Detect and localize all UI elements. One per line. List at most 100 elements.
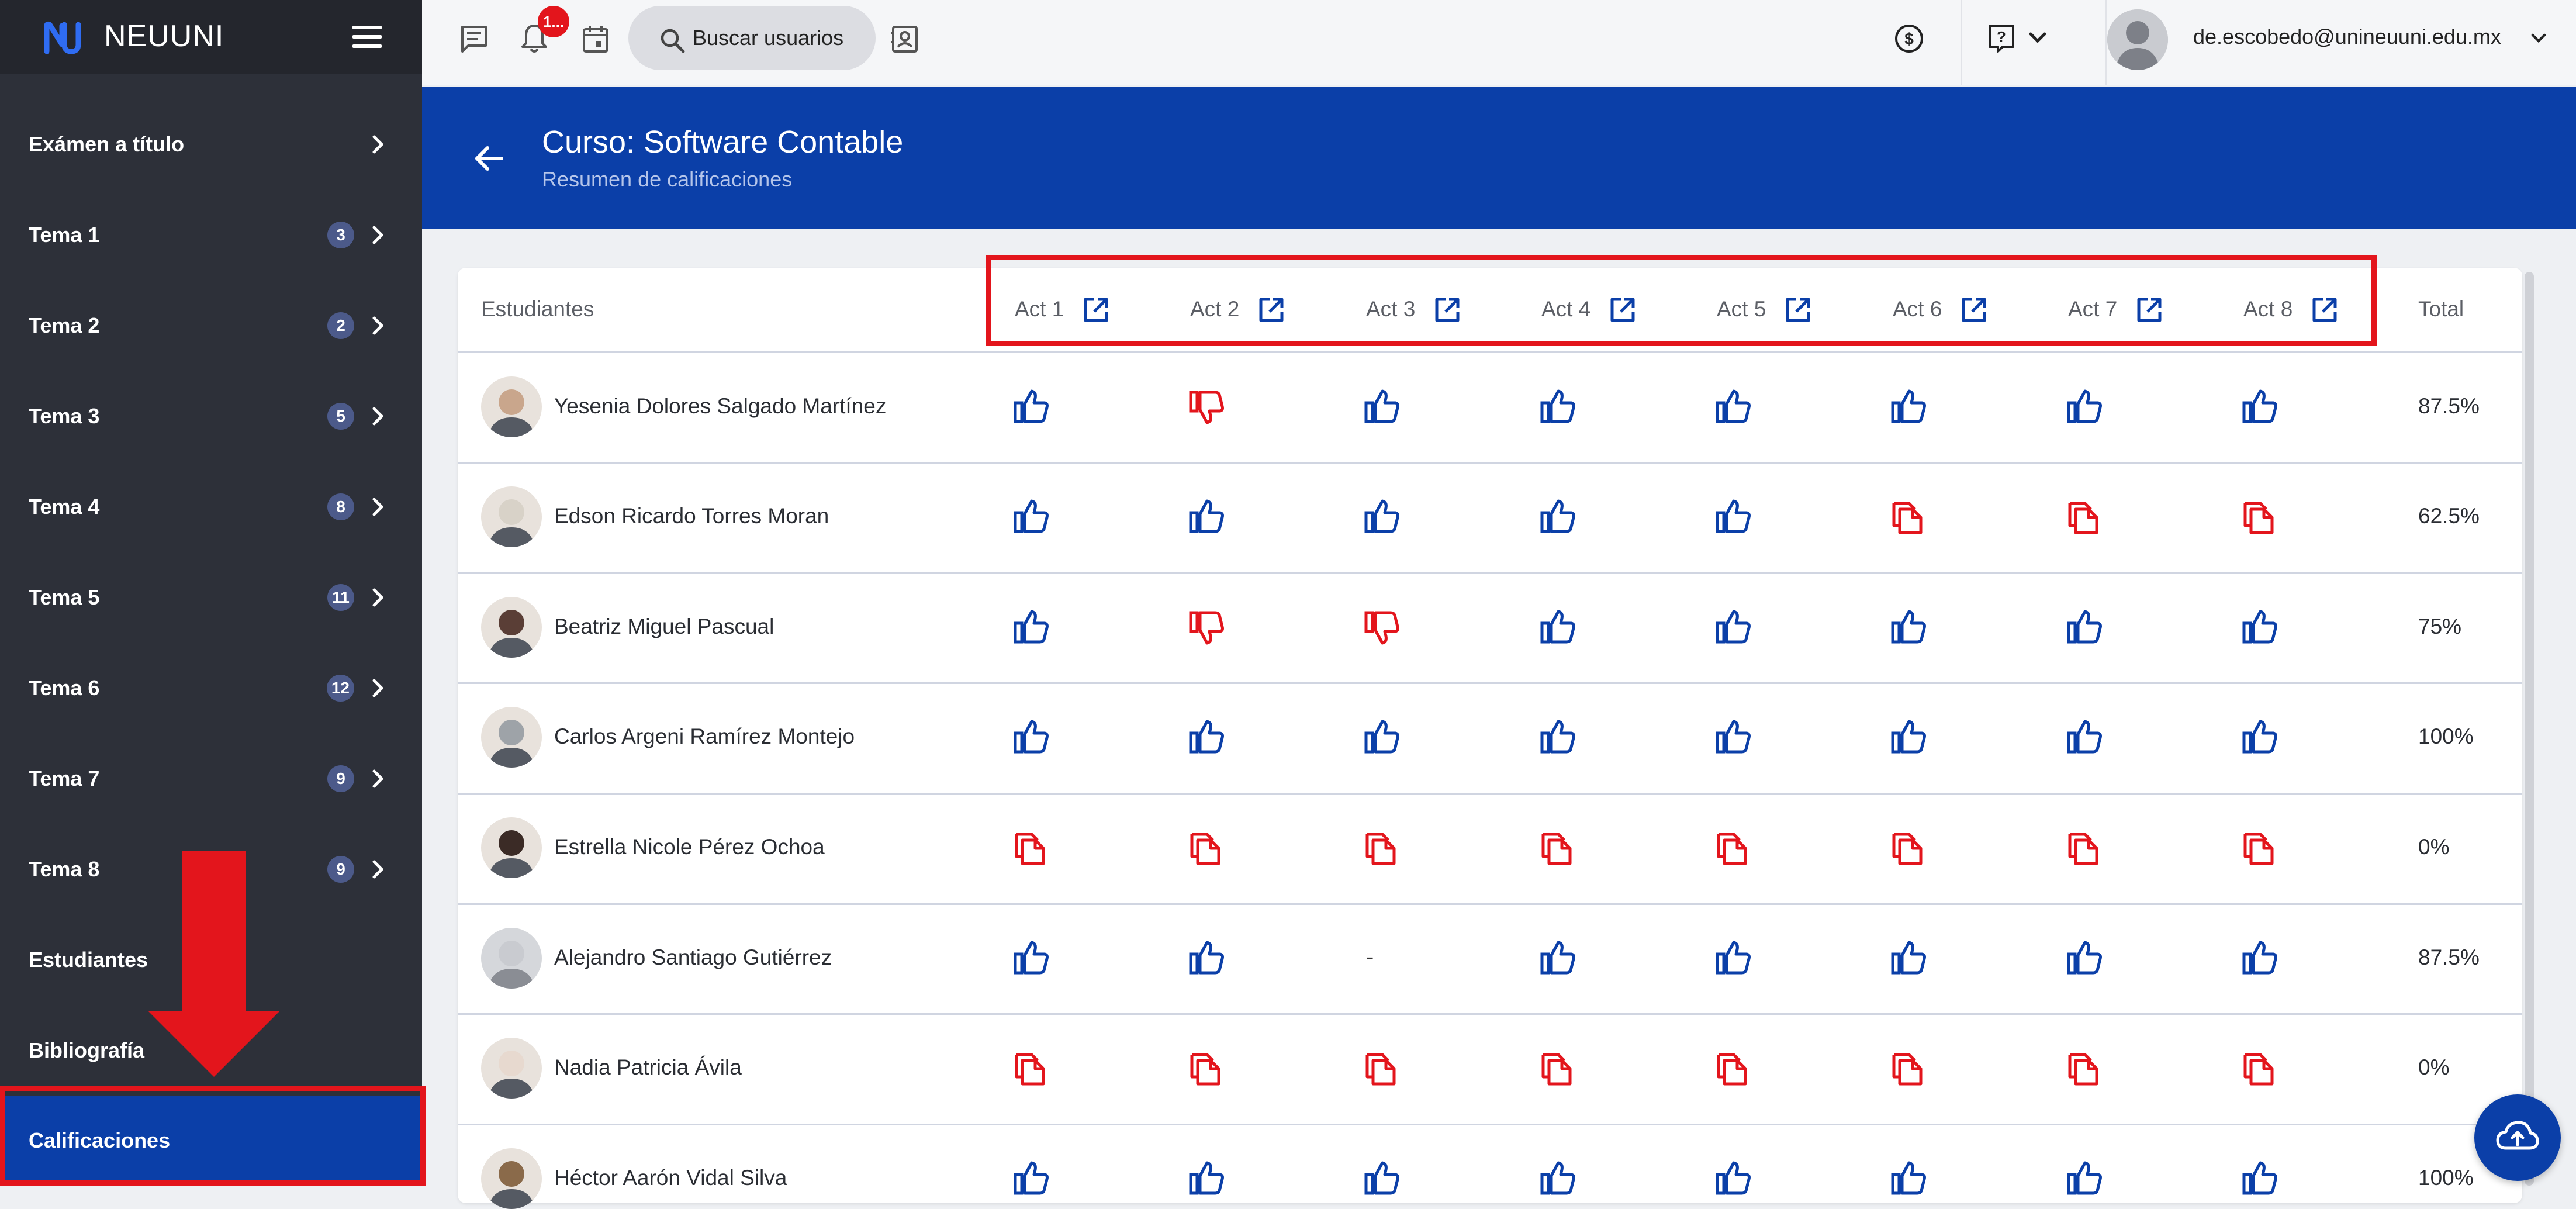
missing-submission-icon[interactable] <box>1538 828 1577 867</box>
thumbs-up-icon[interactable] <box>1012 718 1050 757</box>
thumbs-up-icon[interactable] <box>2240 939 2279 977</box>
thumbs-up-icon[interactable] <box>1363 718 1401 757</box>
open-external-icon[interactable] <box>2310 295 2339 324</box>
column-header-activity: Act 2 <box>1190 297 1240 321</box>
user-email[interactable]: de.escobedo@unineuuni.edu.mx <box>2193 25 2501 49</box>
missing-submission-icon[interactable] <box>1538 1049 1577 1087</box>
thumbs-up-icon[interactable] <box>1187 498 1226 536</box>
sidebar-item-calificaciones[interactable]: Calificaciones <box>0 1096 422 1186</box>
sidebar-item-tema-4[interactable]: Tema 4 8 <box>0 462 422 552</box>
thumbs-up-icon[interactable] <box>1363 1159 1401 1198</box>
thumbs-up-icon[interactable] <box>1538 718 1577 757</box>
user-menu-chevron-icon[interactable] <box>2529 28 2549 48</box>
missing-submission-icon[interactable] <box>2240 828 2279 867</box>
thumbs-up-icon[interactable] <box>1889 608 1928 647</box>
back-arrow-icon[interactable] <box>473 145 504 172</box>
thumbs-up-icon[interactable] <box>1714 939 1752 977</box>
thumbs-up-icon[interactable] <box>2065 388 2104 426</box>
missing-submission-icon[interactable] <box>1363 828 1401 867</box>
thumbs-up-icon[interactable] <box>1538 1159 1577 1198</box>
thumbs-up-icon[interactable] <box>1889 939 1928 977</box>
dollar-icon[interactable]: $ <box>1893 22 1925 55</box>
thumbs-up-icon[interactable] <box>1714 718 1752 757</box>
cloud-upload-button[interactable] <box>2474 1094 2561 1181</box>
thumbs-up-icon[interactable] <box>1363 388 1401 426</box>
missing-submission-icon[interactable] <box>1714 828 1752 867</box>
thumbs-up-icon[interactable] <box>1889 718 1928 757</box>
thumbs-up-icon[interactable] <box>1012 388 1050 426</box>
column-header-activity: Act 5 <box>1717 297 1766 321</box>
thumbs-up-icon[interactable] <box>2240 608 2279 647</box>
messages-icon[interactable] <box>458 22 490 55</box>
thumbs-up-icon[interactable] <box>1012 608 1050 647</box>
help-icon[interactable]: ? <box>1985 22 2018 55</box>
open-external-icon[interactable] <box>1433 295 1462 324</box>
missing-submission-icon[interactable] <box>2065 828 2104 867</box>
thumbs-up-icon[interactable] <box>2065 939 2104 977</box>
thumbs-up-icon[interactable] <box>1187 1159 1226 1198</box>
sidebar-item-tema-5[interactable]: Tema 5 11 <box>0 552 422 643</box>
open-external-icon[interactable] <box>1783 295 1813 324</box>
chevron-down-icon[interactable] <box>2026 26 2049 49</box>
count-badge: 9 <box>327 765 354 792</box>
thumbs-up-icon[interactable] <box>1012 939 1050 977</box>
open-external-icon[interactable] <box>1959 295 1989 324</box>
missing-submission-icon[interactable] <box>1889 1049 1928 1087</box>
thumbs-up-icon[interactable] <box>1012 1159 1050 1198</box>
missing-submission-icon[interactable] <box>1714 1049 1752 1087</box>
sidebar-item-tema-6[interactable]: Tema 6 12 <box>0 643 422 733</box>
thumbs-up-icon[interactable] <box>1714 388 1752 426</box>
missing-submission-icon[interactable] <box>1187 1049 1226 1087</box>
thumbs-down-icon[interactable] <box>1187 608 1226 647</box>
count-badge: 5 <box>327 403 354 430</box>
search-users-button[interactable]: Buscar usuarios <box>628 6 876 70</box>
sidebar-item-tema-1[interactable]: Tema 1 3 <box>0 190 422 280</box>
missing-submission-icon[interactable] <box>1012 828 1050 867</box>
contacts-icon[interactable] <box>888 22 921 55</box>
thumbs-up-icon[interactable] <box>1538 608 1577 647</box>
missing-submission-icon[interactable] <box>2065 498 2104 536</box>
missing-submission-icon[interactable] <box>2065 1049 2104 1087</box>
thumbs-up-icon[interactable] <box>1538 939 1577 977</box>
calendar-icon[interactable] <box>579 22 612 55</box>
sidebar-item-tema-3[interactable]: Tema 3 5 <box>0 371 422 461</box>
open-external-icon[interactable] <box>2135 295 2164 324</box>
thumbs-up-icon[interactable] <box>2065 718 2104 757</box>
missing-submission-icon[interactable] <box>1363 1049 1401 1087</box>
thumbs-up-icon[interactable] <box>2240 1159 2279 1198</box>
missing-submission-icon[interactable] <box>1012 1049 1050 1087</box>
open-external-icon[interactable] <box>1257 295 1286 324</box>
thumbs-up-icon[interactable] <box>1012 498 1050 536</box>
thumbs-up-icon[interactable] <box>1889 388 1928 426</box>
thumbs-down-icon[interactable] <box>1187 388 1226 426</box>
thumbs-up-icon[interactable] <box>1538 388 1577 426</box>
chevron-right-icon <box>372 769 383 788</box>
thumbs-up-icon[interactable] <box>1187 718 1226 757</box>
thumbs-up-icon[interactable] <box>2240 388 2279 426</box>
thumbs-up-icon[interactable] <box>1714 498 1752 536</box>
thumbs-up-icon[interactable] <box>1363 498 1401 536</box>
sidebar-item-exámen-a-título[interactable]: Exámen a título <box>0 99 422 189</box>
open-external-icon[interactable] <box>1608 295 1637 324</box>
thumbs-up-icon[interactable] <box>1187 939 1226 977</box>
sidebar-item-tema-2[interactable]: Tema 2 2 <box>0 281 422 371</box>
hamburger-menu-icon[interactable] <box>352 26 382 48</box>
thumbs-up-icon[interactable] <box>2065 1159 2104 1198</box>
thumbs-down-icon[interactable] <box>1363 608 1401 647</box>
missing-submission-icon[interactable] <box>1889 828 1928 867</box>
thumbs-up-icon[interactable] <box>1714 608 1752 647</box>
sidebar-item-tema-7[interactable]: Tema 7 9 <box>0 734 422 824</box>
vertical-scrollbar[interactable] <box>2525 272 2534 1186</box>
thumbs-up-icon[interactable] <box>1714 1159 1752 1198</box>
missing-submission-icon[interactable] <box>1889 498 1928 536</box>
missing-submission-icon[interactable] <box>1187 828 1226 867</box>
user-avatar[interactable] <box>2107 9 2168 70</box>
chevron-right-icon <box>372 226 383 244</box>
thumbs-up-icon[interactable] <box>1889 1159 1928 1198</box>
thumbs-up-icon[interactable] <box>2065 608 2104 647</box>
missing-submission-icon[interactable] <box>2240 1049 2279 1087</box>
open-external-icon[interactable] <box>1081 295 1111 324</box>
missing-submission-icon[interactable] <box>2240 498 2279 536</box>
thumbs-up-icon[interactable] <box>1538 498 1577 536</box>
thumbs-up-icon[interactable] <box>2240 718 2279 757</box>
